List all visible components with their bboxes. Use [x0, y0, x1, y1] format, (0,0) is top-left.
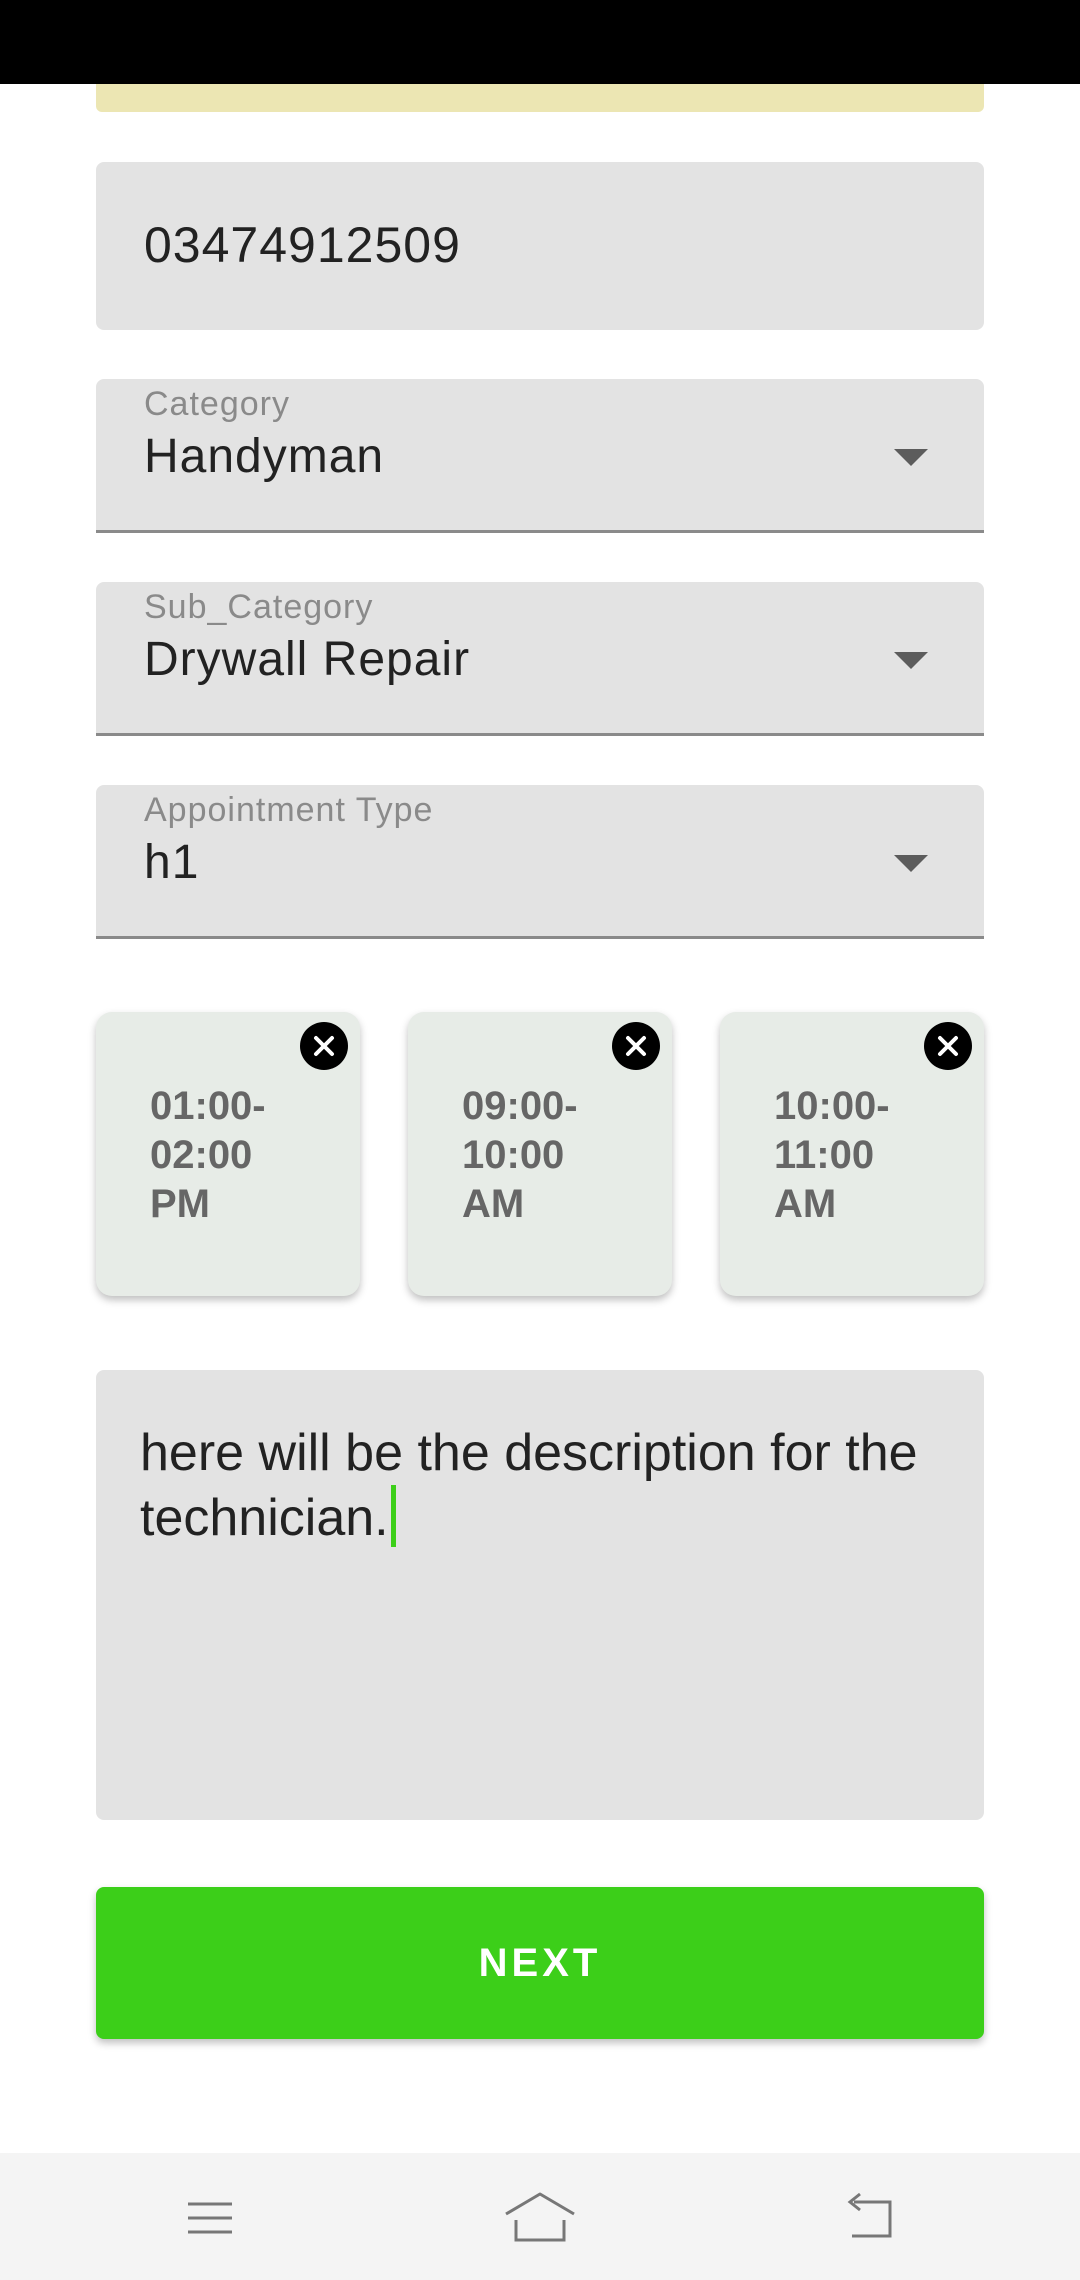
time-slot-card[interactable]: 10:00- 11:00 AM — [720, 1012, 984, 1296]
time-slot-start: 01:00- — [150, 1084, 266, 1128]
sub-category-value: Drywall Repair — [144, 633, 471, 686]
close-icon[interactable] — [924, 1022, 972, 1070]
time-slot-end: 10:00 — [462, 1133, 565, 1177]
phone-value: 03474912509 — [144, 217, 461, 273]
category-label: Category — [144, 385, 290, 423]
next-button[interactable]: NEXT — [96, 1887, 984, 2039]
category-value: Handyman — [144, 430, 385, 483]
menu-icon[interactable] — [180, 2188, 240, 2248]
time-slot-start: 10:00- — [774, 1084, 890, 1128]
time-slot-start: 09:00- — [462, 1084, 578, 1128]
chevron-down-icon — [894, 652, 928, 669]
notice-strip — [96, 84, 984, 112]
appointment-type-value: h1 — [144, 836, 200, 889]
time-slot-period: AM — [774, 1182, 837, 1226]
time-slot-text: 10:00- 11:00 AM — [774, 1082, 954, 1229]
status-bar — [0, 0, 1080, 84]
time-slot-text: 09:00- 10:00 AM — [462, 1082, 642, 1229]
phone-field[interactable]: 03474912509 — [96, 162, 984, 330]
time-slot-card[interactable]: 01:00- 02:00 PM — [96, 1012, 360, 1296]
system-nav-bar — [0, 2153, 1080, 2280]
sub-category-dropdown[interactable]: Sub_Category Drywall Repair — [96, 582, 984, 736]
time-slot-end: 02:00 — [150, 1133, 253, 1177]
description-text: here will be the description for the tec… — [140, 1422, 940, 1550]
time-slot-period: PM — [150, 1182, 210, 1226]
description-value: here will be the description for the tec… — [140, 1424, 918, 1547]
next-button-label: NEXT — [478, 1940, 602, 1985]
time-slot-end: 11:00 — [774, 1133, 875, 1177]
home-icon[interactable] — [502, 2188, 578, 2248]
appointment-type-dropdown[interactable]: Appointment Type h1 — [96, 785, 984, 939]
close-icon[interactable] — [612, 1022, 660, 1070]
time-slot-text: 01:00- 02:00 PM — [150, 1082, 330, 1229]
time-slot-period: AM — [462, 1182, 525, 1226]
chevron-down-icon — [894, 855, 928, 872]
sub-category-label: Sub_Category — [144, 588, 374, 626]
description-textarea[interactable]: here will be the description for the tec… — [96, 1370, 984, 1820]
text-cursor — [390, 1485, 396, 1547]
category-dropdown[interactable]: Category Handyman — [96, 379, 984, 533]
appointment-type-label: Appointment Type — [144, 791, 434, 829]
time-slot-card[interactable]: 09:00- 10:00 AM — [408, 1012, 672, 1296]
chevron-down-icon — [894, 449, 928, 466]
back-icon[interactable] — [840, 2188, 900, 2248]
close-icon[interactable] — [300, 1022, 348, 1070]
